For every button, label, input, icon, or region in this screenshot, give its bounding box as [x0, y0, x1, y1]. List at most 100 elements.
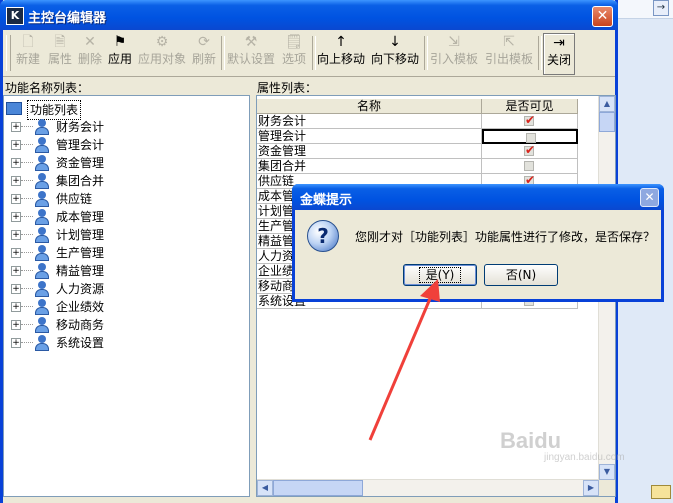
- mail-icon[interactable]: [651, 485, 671, 499]
- toolbar-button-export-template[interactable]: ⇱ 引出模板: [483, 33, 535, 73]
- grid-cell-visible[interactable]: [482, 159, 578, 174]
- toolbar-button-label: 应用: [107, 52, 132, 66]
- tree-item[interactable]: + 供应链: [4, 190, 244, 208]
- toolbar-button-options[interactable]: 🗒 选项: [280, 33, 308, 73]
- title-bar[interactable]: K 主控台编辑器 ✕: [0, 0, 618, 30]
- expand-icon[interactable]: +: [11, 194, 21, 204]
- horizontal-scrollbar[interactable]: ◀ ▶: [257, 479, 599, 496]
- toolbar-button-apply[interactable]: ⚑ 应用: [106, 33, 134, 73]
- toolbar-grip[interactable]: [6, 35, 11, 71]
- column-header-visible[interactable]: 是否可见: [482, 99, 578, 114]
- tree-item[interactable]: + 人力资源: [4, 280, 244, 298]
- expand-icon[interactable]: +: [11, 338, 21, 348]
- expand-icon[interactable]: +: [11, 176, 21, 186]
- expand-icon[interactable]: +: [11, 302, 21, 312]
- tree-item[interactable]: + 生产管理: [4, 244, 244, 262]
- import-template-icon: ⇲: [448, 34, 460, 50]
- grid-row[interactable]: 管理会计: [257, 129, 600, 144]
- tree-connector: [21, 342, 33, 343]
- window-close-button[interactable]: ✕: [592, 6, 613, 27]
- grid-cell-name[interactable]: 资金管理: [257, 144, 482, 159]
- scroll-left-icon[interactable]: ◀: [257, 480, 273, 496]
- tree-item[interactable]: + 财务会计: [4, 118, 244, 136]
- tree-connector: [21, 216, 33, 217]
- tree-item[interactable]: + 资金管理: [4, 154, 244, 172]
- scroll-right-icon[interactable]: ▶: [583, 480, 599, 496]
- horizontal-scroll-thumb[interactable]: [273, 480, 363, 496]
- scroll-up-icon[interactable]: ▲: [599, 96, 615, 112]
- expand-icon[interactable]: +: [11, 140, 21, 150]
- user-icon: [34, 263, 50, 279]
- tree-connector: [21, 162, 33, 163]
- user-icon: [34, 317, 50, 333]
- grid-header: 名称 是否可见: [257, 99, 600, 114]
- toolbar-button-label: 默认设置: [226, 52, 275, 66]
- user-icon: [34, 245, 50, 261]
- toolbar-button-refresh[interactable]: ⟳ 刷新: [189, 33, 219, 73]
- tree-item[interactable]: + 企业绩效: [4, 298, 244, 316]
- tree-item[interactable]: + 计划管理: [4, 226, 244, 244]
- grid-cell-visible[interactable]: [482, 129, 578, 144]
- expand-icon[interactable]: +: [11, 230, 21, 240]
- tree-item-label: 财务会计: [56, 120, 105, 134]
- visible-checkbox[interactable]: [524, 143, 535, 157]
- expand-icon[interactable]: +: [11, 320, 21, 330]
- yes-button[interactable]: 是(Y): [403, 264, 477, 286]
- expand-icon[interactable]: +: [11, 266, 21, 276]
- user-icon: [34, 191, 50, 207]
- tree-item-label: 管理会计: [56, 138, 105, 152]
- tree-connector: [21, 234, 33, 235]
- grid-cell-name[interactable]: 财务会计: [257, 114, 482, 129]
- toolbar-button-arrow-down[interactable]: ↓ 向下移动: [369, 33, 421, 73]
- expand-icon[interactable]: +: [11, 248, 21, 258]
- tree-item[interactable]: + 成本管理: [4, 208, 244, 226]
- grid-cell-visible[interactable]: [482, 113, 578, 129]
- tree-item[interactable]: + 管理会计: [4, 136, 244, 154]
- toolbar-button-default-settings[interactable]: ⚒ 默认设置: [225, 33, 277, 73]
- scroll-down-icon[interactable]: ▼: [599, 464, 615, 480]
- dialog-title-bar[interactable]: 金蝶提示 ✕: [292, 184, 664, 210]
- grid-cell-name[interactable]: 集团合并: [257, 159, 482, 174]
- arrow-up-icon: ↑: [335, 34, 347, 50]
- column-header-name[interactable]: 名称: [257, 99, 482, 114]
- tree-item[interactable]: + 精益管理: [4, 262, 244, 280]
- expand-icon[interactable]: +: [11, 284, 21, 294]
- toolbar-button-label: 关闭: [546, 53, 571, 67]
- grid-cell-name[interactable]: 管理会计: [257, 129, 482, 144]
- tree-item[interactable]: + 系统设置: [4, 334, 244, 352]
- function-tree[interactable]: 功能列表 + 财务会计 + 管理会计 + 资金管理 + 集团合并 + 供应链 + 成本管理 + 计划管理 +…: [3, 95, 250, 497]
- grid-row[interactable]: 集团合并: [257, 159, 600, 174]
- user-icon: [34, 299, 50, 315]
- toolbar-separator: [538, 36, 542, 70]
- no-button[interactable]: 否(N): [484, 264, 558, 286]
- tree-connector: [21, 126, 33, 127]
- tree-item[interactable]: + 移动商务: [4, 316, 244, 334]
- toolbar-button-label: 向下移动: [370, 52, 419, 66]
- vertical-scroll-thumb[interactable]: [599, 112, 615, 132]
- grid-cell-visible[interactable]: [482, 143, 578, 159]
- grid-row[interactable]: 资金管理: [257, 143, 600, 159]
- visible-checkbox[interactable]: [524, 161, 534, 171]
- toolbar-button-import-template[interactable]: ⇲ 引入模板: [428, 33, 480, 73]
- tree-connector: [21, 144, 33, 145]
- toolbar-button-properties[interactable]: 🗎 属性: [45, 33, 75, 73]
- toolbar-button-exit[interactable]: ⇥ 关闭: [543, 33, 575, 75]
- tree-connector: [21, 198, 33, 199]
- toolbar-button-new-doc[interactable]: 🗋 新建: [13, 33, 43, 73]
- toolbar-button-label: 删除: [77, 52, 102, 66]
- expand-icon[interactable]: +: [11, 158, 21, 168]
- grid-row[interactable]: 财务会计: [257, 113, 600, 129]
- visible-checkbox[interactable]: [524, 113, 535, 127]
- toolbar-button-arrow-up[interactable]: ↑ 向上移动: [316, 33, 366, 73]
- visible-checkbox[interactable]: [526, 133, 536, 143]
- dialog-title: 金蝶提示: [300, 193, 353, 208]
- expand-icon[interactable]: +: [11, 212, 21, 222]
- background-arrow-icon[interactable]: →: [653, 0, 669, 16]
- expand-icon[interactable]: +: [11, 122, 21, 132]
- toolbar-button-delete[interactable]: ✕ 删除: [75, 33, 105, 73]
- dialog-close-button[interactable]: ✕: [640, 188, 659, 207]
- tree-item[interactable]: + 集团合并: [4, 172, 244, 190]
- toolbar-button-label: 引入模板: [429, 52, 478, 66]
- apply-icon: ⚑: [113, 34, 127, 50]
- toolbar-button-apply-object[interactable]: ⚙ 应用对象: [137, 33, 187, 73]
